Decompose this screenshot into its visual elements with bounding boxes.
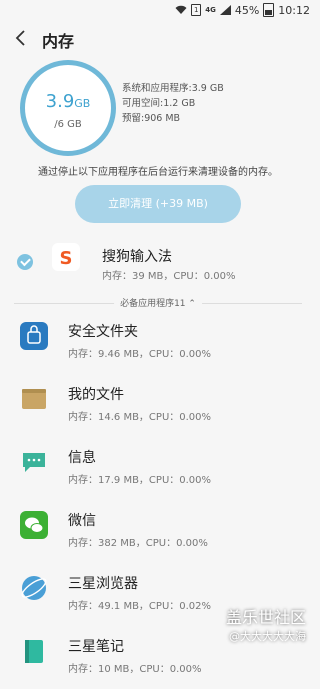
wifi-icon (175, 5, 187, 15)
notes-icon (20, 637, 48, 665)
status-bar: 1 4G 45% 10:12 (0, 0, 316, 20)
clean-now-button[interactable]: 立即清理 (+39 MB) (75, 185, 241, 223)
watermark-author: @大大大大大海 (229, 630, 306, 643)
memory-ring: 3.9GB /6 GB (20, 60, 116, 156)
page-title: 内存 (42, 32, 75, 51)
total-memory: /6 GB (54, 119, 82, 130)
app-usage: 内存：382 MB，CPU：0.00% (68, 538, 208, 549)
list-item[interactable]: 我的文件 内存：14.6 MB，CPU：0.00% (0, 374, 316, 437)
watermark: 盖乐世社区 @大大大大大海 (226, 604, 306, 644)
folder-icon (20, 385, 48, 413)
app-usage: 内存：10 MB，CPU：0.00% (68, 664, 202, 675)
app-usage: 内存：9.46 MB，CPU：0.00% (68, 349, 212, 360)
battery-percent: 45% (234, 3, 260, 17)
list-item[interactable]: 微信 内存：382 MB，CPU：0.00% (0, 500, 316, 563)
stat-system: 系统和应用程序:3.9 GB (122, 83, 224, 94)
app-name: 三星笔记 (68, 639, 124, 655)
sogou-icon: S (52, 243, 80, 271)
watermark-title: 盖乐世社区 (225, 608, 306, 627)
message-icon (20, 448, 48, 476)
memory-summary: 3.9GB /6 GB 系统和应用程序:3.9 GB 可用空间:1.2 GB 预… (0, 55, 316, 230)
app-name: 微信 (68, 513, 96, 529)
app-name: 信息 (68, 450, 96, 466)
app-header: 内存 (0, 24, 316, 54)
app-usage: 内存：39 MB，CPU：0.00% (102, 271, 236, 282)
app-usage: 内存：17.9 MB，CPU：0.00% (68, 475, 212, 486)
svg-text:S: S (60, 248, 73, 269)
stat-free: 可用空间:1.2 GB (122, 98, 196, 109)
chevron-up-icon: ⌃ (188, 299, 196, 309)
clean-description: 通过停止以下应用程序在后台运行来清理设备的内存。 (38, 167, 278, 178)
stat-reserved: 预留:906 MB (122, 113, 181, 124)
app-name: 三星浏览器 (68, 576, 138, 592)
essential-apps-divider[interactable]: 必备应用程序11 ⌃ (14, 295, 302, 311)
app-usage: 内存：14.6 MB，CPU：0.00% (68, 412, 212, 423)
app-name: 安全文件夹 (68, 324, 138, 340)
checkbox-checked-icon[interactable] (17, 254, 33, 270)
sim-icon: 1 (191, 4, 202, 16)
app-usage: 内存：49.1 MB，CPU：0.02% (68, 601, 212, 612)
clock: 10:12 (278, 3, 310, 17)
app-name: 我的文件 (68, 387, 124, 403)
battery-icon (263, 3, 275, 17)
wechat-icon (20, 511, 48, 539)
used-value: 3.9 (45, 91, 75, 112)
list-item[interactable]: 安全文件夹 内存：9.46 MB，CPU：0.00% (0, 311, 316, 374)
browser-icon (20, 574, 48, 602)
used-unit: GB (74, 97, 91, 110)
list-item[interactable]: 信息 内存：17.9 MB，CPU：0.00% (0, 437, 316, 500)
app-name: 搜狗输入法 (102, 249, 172, 265)
list-item-sogou[interactable]: S 搜狗输入法 内存：39 MB，CPU：0.00% (0, 232, 316, 295)
secure-folder-icon (20, 322, 48, 350)
network-type: 4G (205, 6, 216, 14)
back-arrow-icon[interactable] (14, 28, 30, 48)
essential-apps-label: 必备应用程序11 (120, 299, 186, 309)
memory-stats: 系统和应用程序:3.9 GB 可用空间:1.2 GB 预留:906 MB (122, 81, 224, 126)
signal-icon (219, 5, 231, 15)
